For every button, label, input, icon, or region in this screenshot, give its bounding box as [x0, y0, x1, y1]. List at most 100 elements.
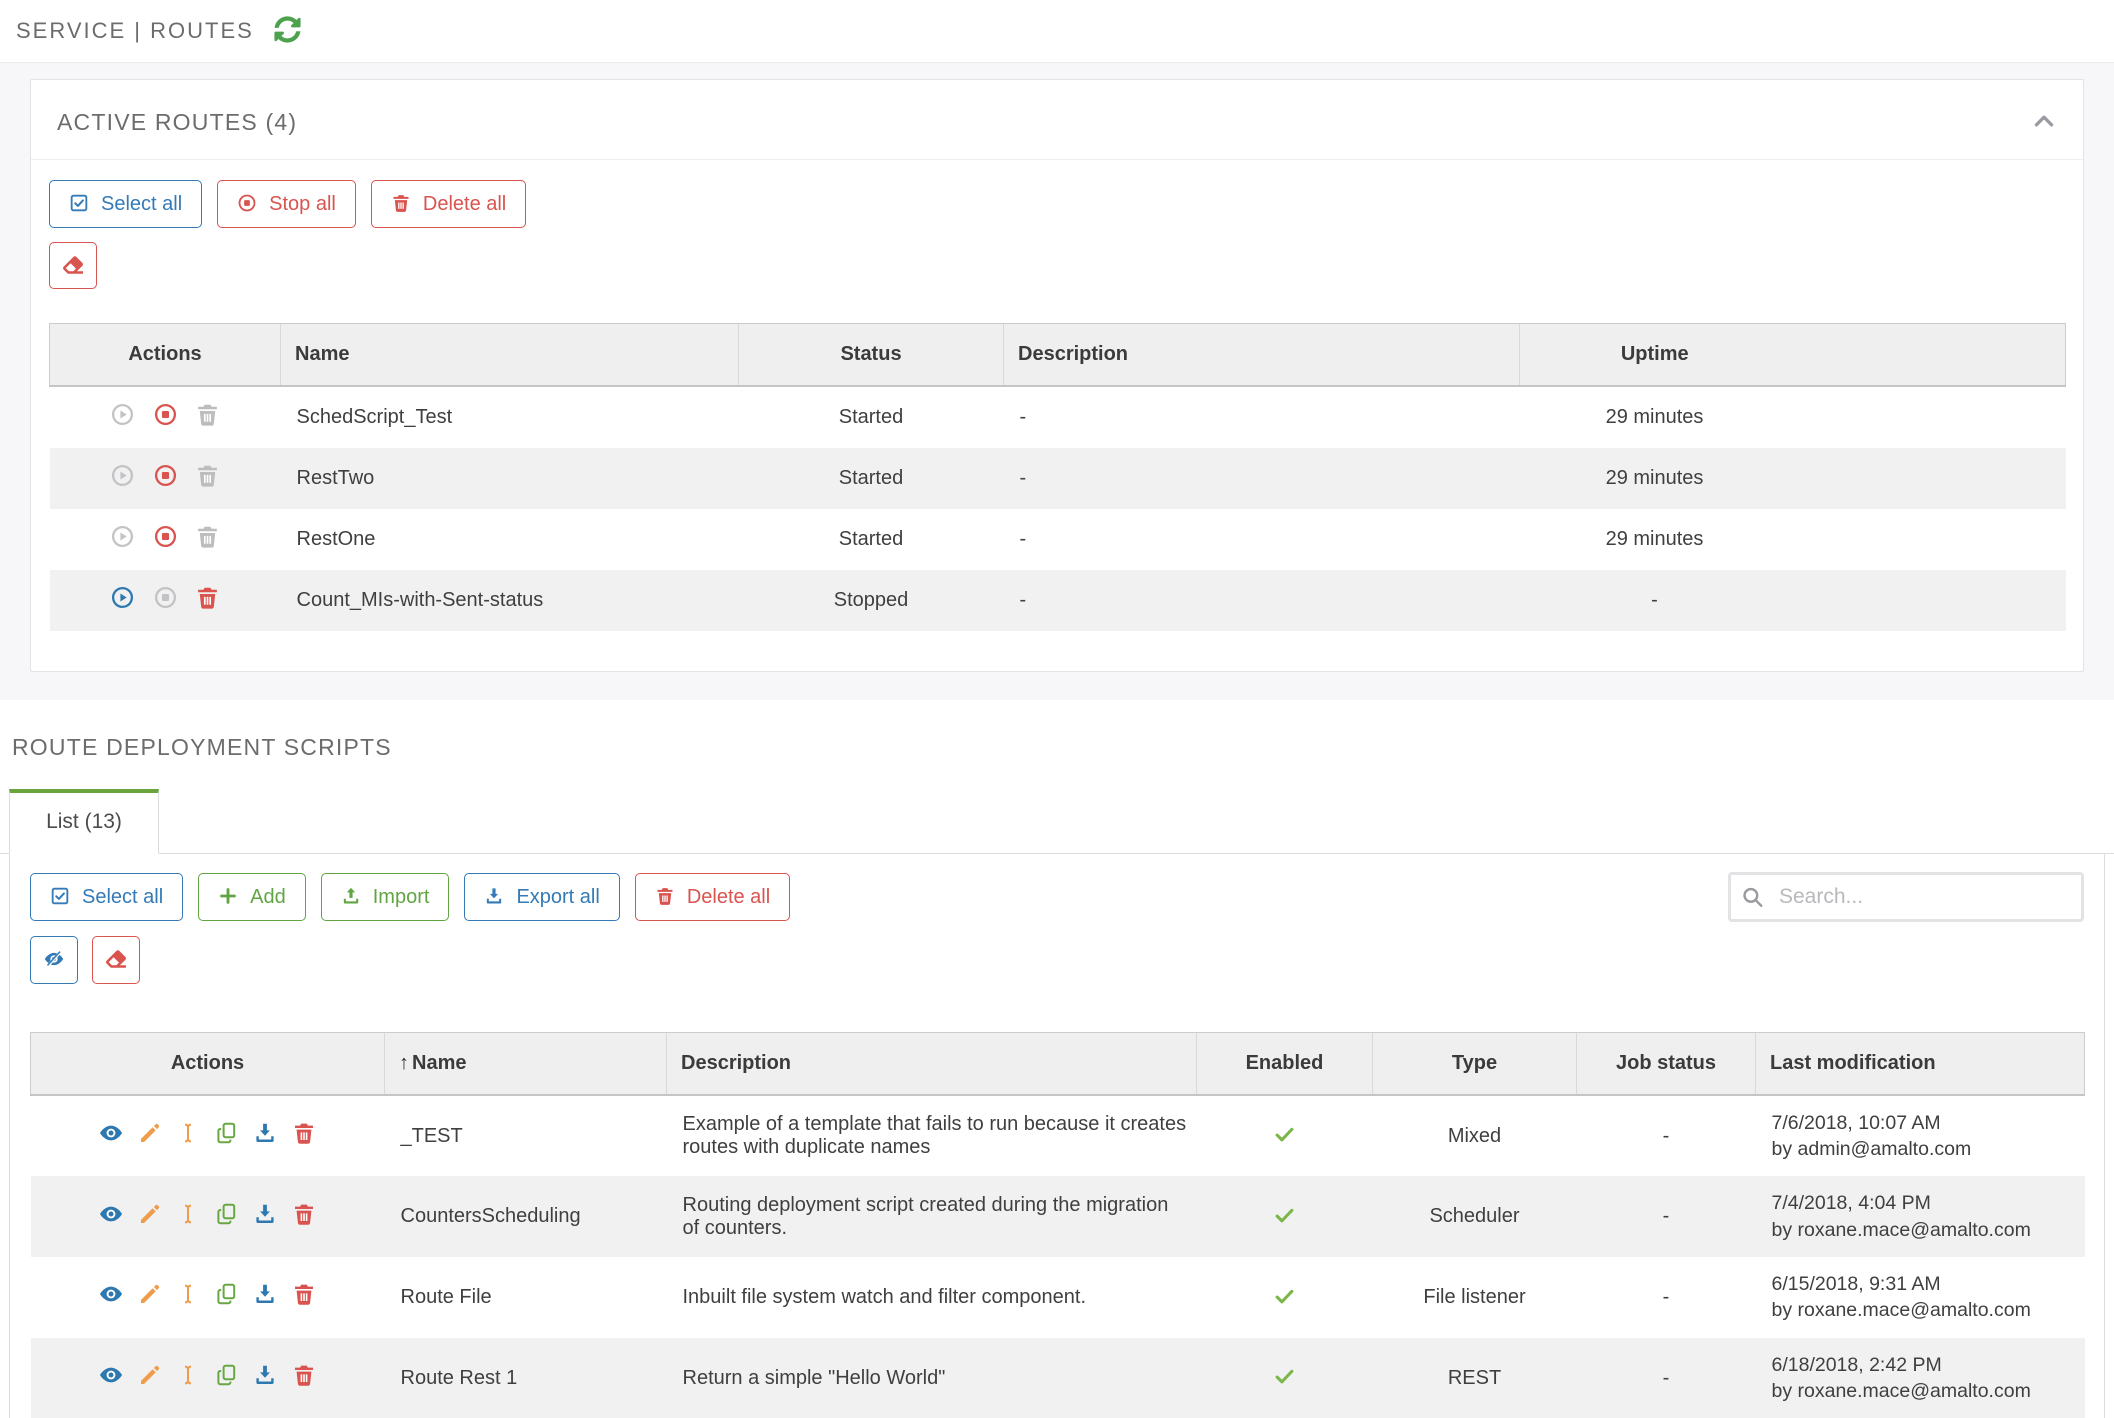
column-header-job-status[interactable]: Job status: [1577, 1032, 1756, 1095]
tab-list[interactable]: List (13): [9, 789, 159, 854]
column-header-description[interactable]: Description: [667, 1032, 1197, 1095]
delete-route-button[interactable]: [195, 463, 220, 488]
delete-script-button[interactable]: [292, 1282, 316, 1306]
stop-all-label: Stop all: [269, 194, 336, 214]
export-all-button[interactable]: Export all: [464, 873, 619, 921]
check-square-icon: [50, 886, 70, 908]
edit-script-button[interactable]: [138, 1282, 162, 1306]
add-label: Add: [250, 887, 286, 907]
search-icon: [1741, 886, 1764, 909]
search-input[interactable]: [1728, 872, 2084, 922]
scripts-toolbar-2: [30, 936, 2084, 984]
stop-route-button[interactable]: [153, 402, 178, 427]
enabled-check-icon: [1273, 1123, 1296, 1149]
active-routes-toolbar: Select all Stop all Delete all: [49, 180, 2065, 228]
start-route-button[interactable]: [110, 402, 135, 427]
view-script-button[interactable]: [99, 1363, 123, 1387]
eye-slash-icon: [44, 949, 64, 971]
download-script-button[interactable]: [253, 1282, 277, 1306]
edit-script-button[interactable]: [138, 1121, 162, 1145]
scripts-tab-panel: Select all Add Import Export all Delete …: [9, 854, 2105, 1418]
check-square-icon: [69, 193, 89, 215]
view-script-button[interactable]: [99, 1282, 123, 1306]
script-last-modification: 7/6/2018, 10:07 AM by admin@amalto.com: [1756, 1095, 2085, 1177]
delete-script-button[interactable]: [292, 1363, 316, 1387]
start-route-button[interactable]: [110, 585, 135, 610]
select-all-scripts-button[interactable]: Select all: [30, 873, 183, 921]
page-title: SERVICE | ROUTES: [16, 18, 254, 44]
clear-selection-button[interactable]: [49, 242, 97, 290]
route-status: Started: [739, 448, 1004, 509]
delete-script-button[interactable]: [292, 1202, 316, 1226]
delete-route-button[interactable]: [195, 402, 220, 427]
view-script-button[interactable]: [99, 1121, 123, 1145]
stop-route-button[interactable]: [153, 585, 178, 610]
duplicate-script-button[interactable]: [215, 1363, 239, 1387]
duplicate-script-button[interactable]: [215, 1202, 239, 1226]
select-all-button[interactable]: Select all: [49, 180, 202, 228]
start-route-button[interactable]: [110, 524, 135, 549]
column-header-name[interactable]: ↑Name: [385, 1032, 667, 1095]
route-uptime: 29 minutes: [1520, 509, 1790, 570]
column-header-type[interactable]: Type: [1373, 1032, 1577, 1095]
route-uptime: -: [1520, 570, 1790, 631]
route-description: -: [1004, 448, 1520, 509]
upload-icon: [341, 886, 361, 908]
rename-script-button[interactable]: [176, 1202, 200, 1226]
route-name: SchedScript_Test: [281, 386, 739, 448]
route-status: Stopped: [739, 570, 1004, 631]
delete-all-scripts-button[interactable]: Delete all: [635, 873, 790, 921]
scripts-header-row: Actions ↑Name Description Enabled Type J…: [31, 1032, 2085, 1095]
edit-script-button[interactable]: [138, 1363, 162, 1387]
refresh-button[interactable]: [274, 16, 301, 47]
column-header-actions[interactable]: Actions: [31, 1032, 385, 1095]
enabled-check-icon: [1273, 1203, 1296, 1229]
delete-script-button[interactable]: [292, 1121, 316, 1145]
download-script-button[interactable]: [253, 1202, 277, 1226]
search-box: [1728, 872, 2084, 922]
column-header-last-modification[interactable]: Last modification: [1756, 1032, 2085, 1095]
import-button[interactable]: Import: [321, 873, 450, 921]
stop-route-button[interactable]: [153, 463, 178, 488]
column-header-uptime: Uptime: [1520, 324, 1790, 387]
column-header-description: Description: [1004, 324, 1520, 387]
duplicate-script-button[interactable]: [215, 1282, 239, 1306]
delete-route-button[interactable]: [195, 524, 220, 549]
column-header-name: Name: [281, 324, 739, 387]
column-header-enabled[interactable]: Enabled: [1197, 1032, 1373, 1095]
enabled-check-icon: [1273, 1284, 1296, 1310]
hide-columns-button[interactable]: [30, 936, 78, 984]
rename-script-button[interactable]: [176, 1363, 200, 1387]
duplicate-script-button[interactable]: [215, 1121, 239, 1145]
route-description: -: [1004, 570, 1520, 631]
add-script-button[interactable]: Add: [198, 873, 306, 921]
rename-script-button[interactable]: [176, 1121, 200, 1145]
stop-route-button[interactable]: [153, 524, 178, 549]
download-script-button[interactable]: [253, 1121, 277, 1145]
delete-all-button[interactable]: Delete all: [371, 180, 526, 228]
delete-route-button[interactable]: [195, 585, 220, 610]
table-row: RestTwo Started - 29 minutes: [50, 448, 2066, 509]
route-name: RestOne: [281, 509, 739, 570]
trash-icon: [655, 886, 675, 908]
collapse-panel-button[interactable]: [2031, 107, 2057, 138]
view-script-button[interactable]: [99, 1202, 123, 1226]
select-all-label: Select all: [82, 887, 163, 907]
rename-script-button[interactable]: [176, 1282, 200, 1306]
refresh-icon: [274, 16, 301, 47]
active-routes-panel: ACTIVE ROUTES (4) Select all Stop all De…: [30, 79, 2084, 672]
chevron-up-icon: [2031, 107, 2057, 138]
column-header-spacer: [1790, 324, 2066, 387]
tab-list-label: List (13): [46, 810, 122, 834]
edit-script-button[interactable]: [138, 1202, 162, 1226]
stop-all-button[interactable]: Stop all: [217, 180, 356, 228]
active-routes-toolbar-2: [49, 242, 2065, 290]
route-status: Started: [739, 509, 1004, 570]
scripts-toolbar: Select all Add Import Export all Delete …: [30, 872, 2084, 922]
column-header-actions: Actions: [50, 324, 281, 387]
clear-selection-button[interactable]: [92, 936, 140, 984]
trash-icon: [391, 193, 411, 215]
download-script-button[interactable]: [253, 1363, 277, 1387]
start-route-button[interactable]: [110, 463, 135, 488]
table-row: SchedScript_Test Started - 29 minutes: [50, 386, 2066, 448]
